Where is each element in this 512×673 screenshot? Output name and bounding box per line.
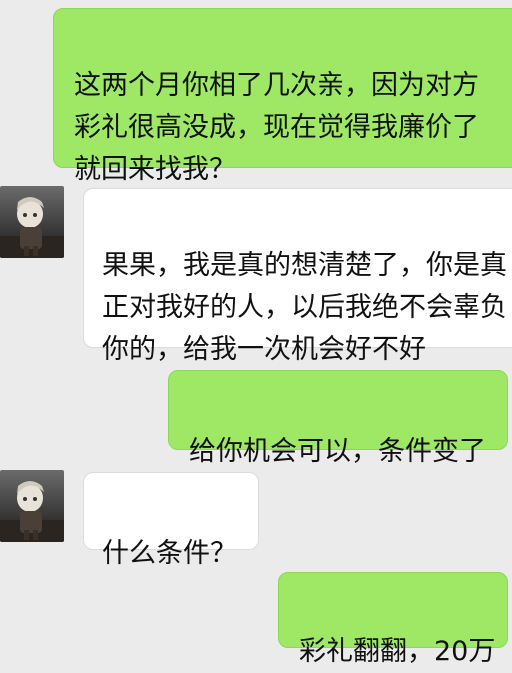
avatar-image [0, 470, 64, 542]
received-message-bubble[interactable]: 果果，我是真的想清楚了，你是真 正对我好的人，以后我绝不会辜负 你的，给我一次机… [83, 188, 512, 365]
sent-message-bubble[interactable]: 给你机会可以，条件变了 [168, 370, 508, 467]
avatar-image [0, 186, 64, 258]
sent-message-bubble[interactable]: 这两个月你相了几次亲，因为对方 彩礼很高没成，现在觉得我廉价了 就回来找我？ [53, 8, 512, 185]
message-text: 给你机会可以，条件变了 [189, 436, 486, 467]
message-text: 这两个月你相了几次亲，因为对方 彩礼很高没成，现在觉得我廉价了 就回来找我？ [74, 70, 479, 185]
received-message-bubble[interactable]: 什么条件？ [83, 472, 259, 569]
message-text: 果果，我是真的想清楚了，你是真 正对我好的人，以后我绝不会辜负 你的，给我一次机… [102, 250, 507, 365]
message-text: 什么条件？ [102, 538, 237, 569]
sent-message-bubble[interactable]: 彩礼翻翻，20万 [278, 572, 508, 667]
chat-area: 这两个月你相了几次亲，因为对方 彩礼很高没成，现在觉得我廉价了 就回来找我？ 果… [0, 0, 512, 667]
contact-avatar[interactable] [0, 470, 64, 542]
contact-avatar[interactable] [0, 186, 64, 258]
